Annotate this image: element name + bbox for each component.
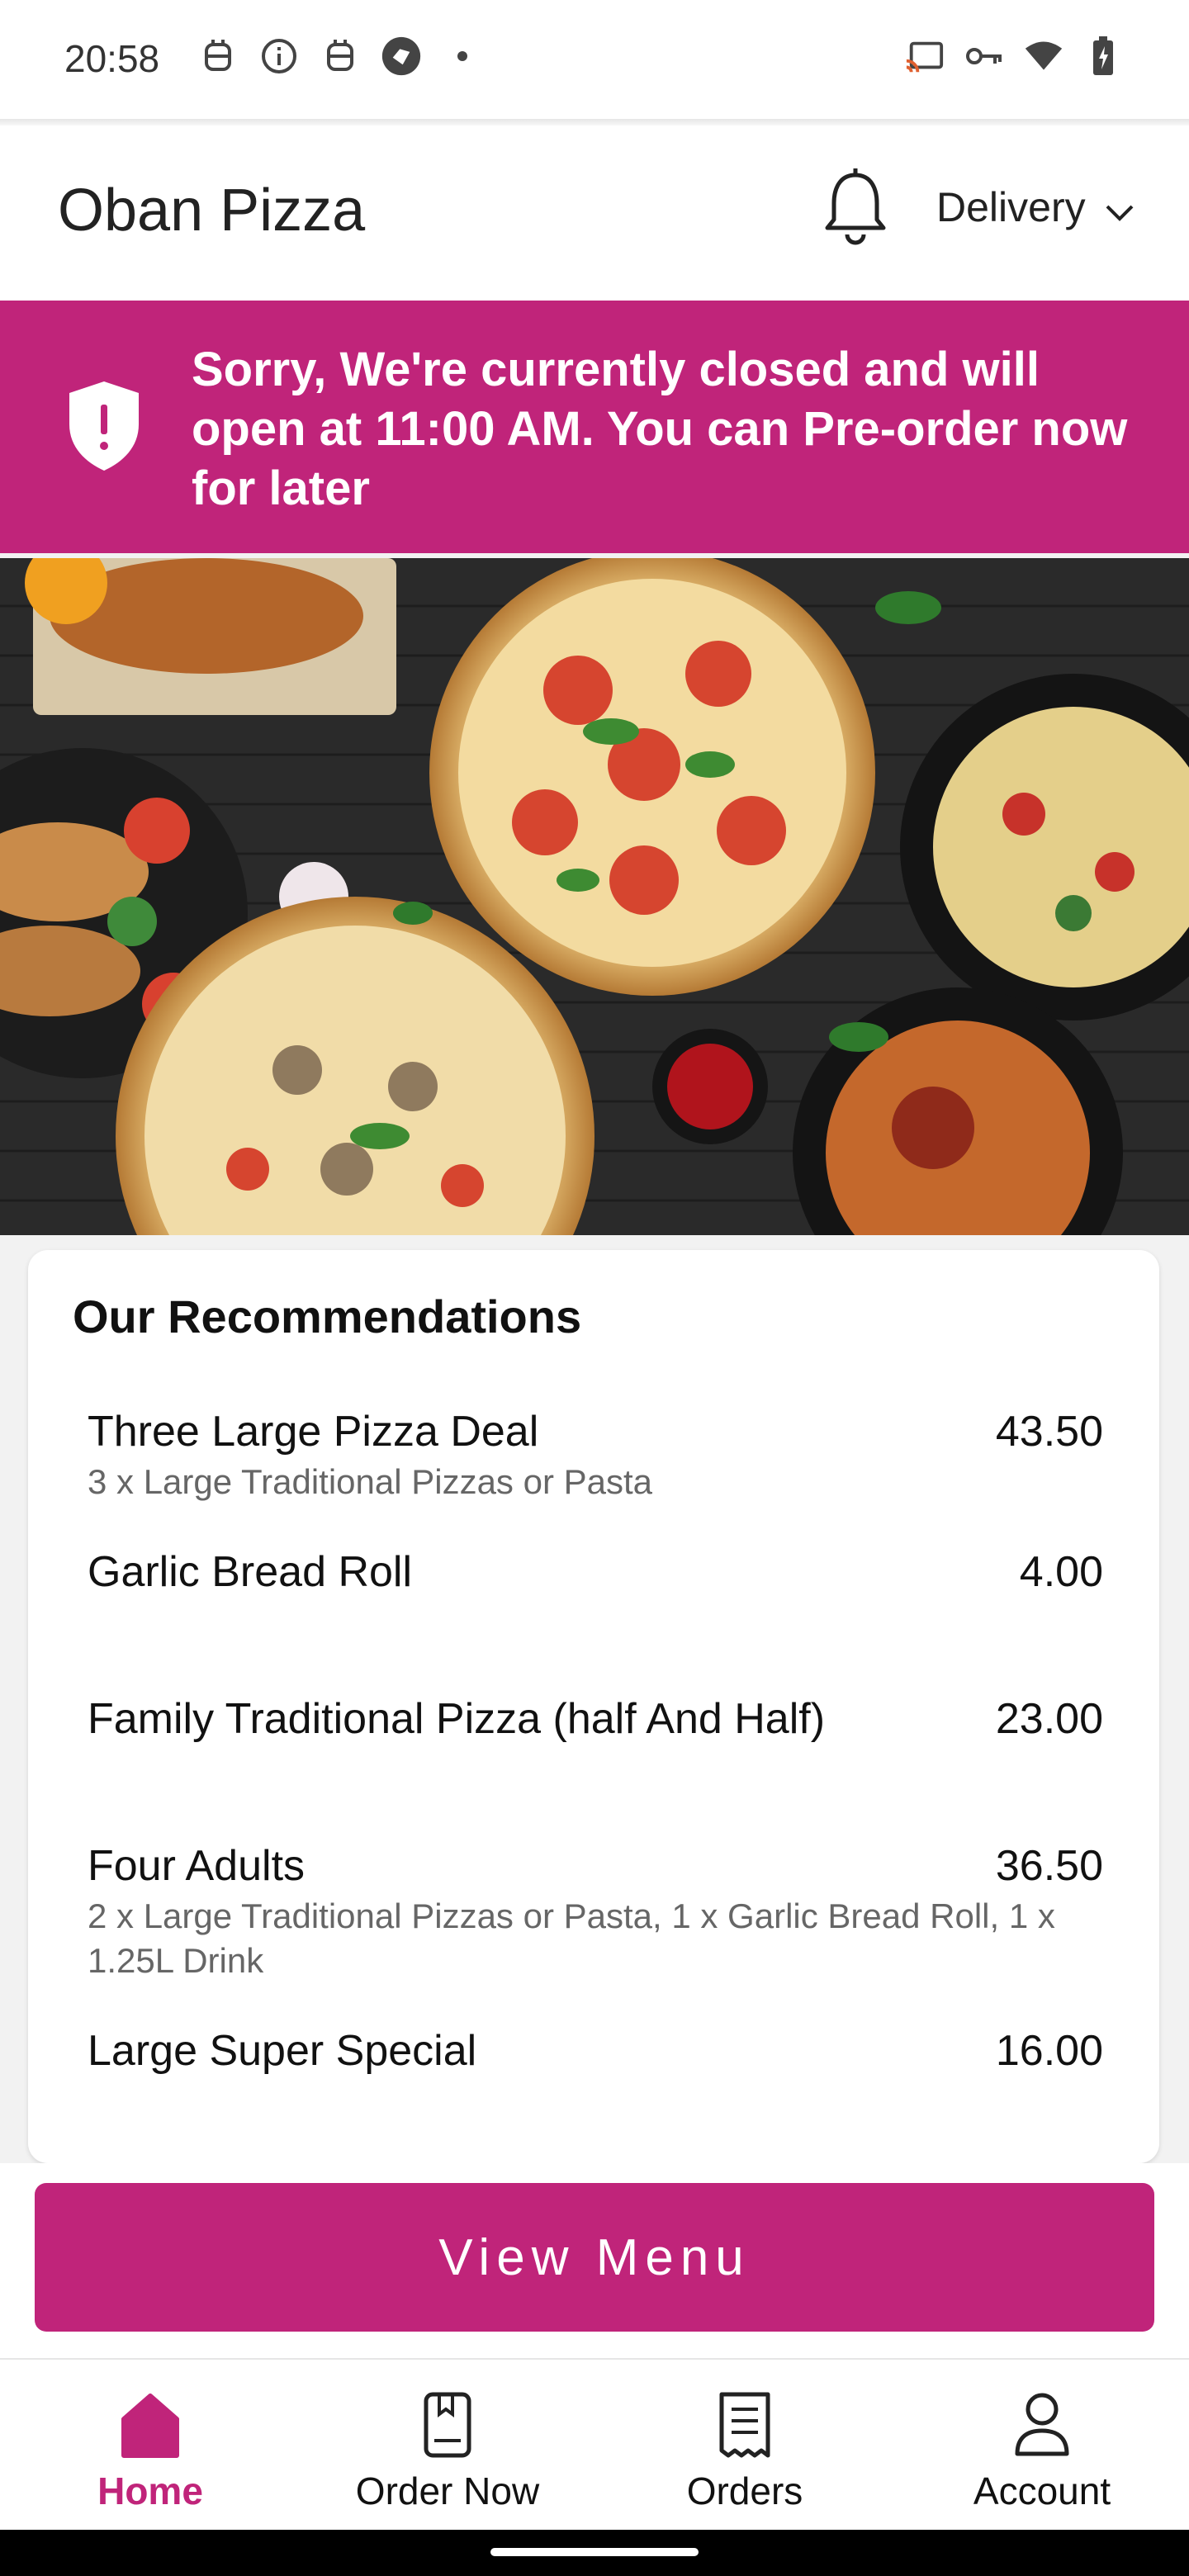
app-bar: Oban Pizza Delivery (0, 125, 1189, 301)
shield-alert-icon (66, 380, 142, 472)
nav-label: Account (973, 2469, 1111, 2512)
item-name: Large Super Special (88, 2027, 477, 2075)
bell-icon[interactable] (821, 167, 890, 249)
nav-label: Orders (686, 2469, 803, 2512)
bottom-nav: Home Order Now Orders Account (0, 2358, 1189, 2531)
info-icon (259, 36, 299, 76)
gesture-bar (0, 2530, 1189, 2576)
menu-book-icon (424, 2392, 471, 2458)
nav-account[interactable]: Account (918, 2389, 1166, 2513)
item-price: 43.50 (995, 1408, 1103, 1456)
view-menu-button[interactable]: View Menu (35, 2183, 1154, 2332)
recommendation-item[interactable]: Garlic Bread Roll 4.00 (88, 1547, 1103, 1597)
closed-message: Sorry, We're currently closed and will o… (192, 343, 1128, 515)
order-type-selector[interactable]: Delivery (936, 183, 1134, 231)
item-name: Three Large Pizza Deal (88, 1408, 539, 1456)
wifi-icon (1024, 36, 1063, 76)
item-description: 2 x Large Traditional Pizzas or Pasta, 1… (88, 1896, 1055, 1980)
cast-icon (905, 36, 945, 76)
account-icon (1015, 2393, 1069, 2456)
status-icons-left (198, 36, 482, 76)
robot-icon (198, 36, 238, 76)
receipt-icon (719, 2392, 770, 2458)
item-price: 4.00 (1019, 1548, 1103, 1596)
nav-orders[interactable]: Orders (621, 2389, 869, 2513)
item-price: 23.00 (995, 1695, 1103, 1743)
closed-banner: Sorry, We're currently closed and will o… (0, 301, 1189, 553)
dot-icon (443, 36, 482, 76)
item-name: Garlic Bread Roll (88, 1548, 413, 1596)
order-type-label: Delivery (936, 184, 1086, 230)
recommendation-item[interactable]: Large Super Special 16.00 (88, 2026, 1103, 2076)
status-bar: 20:58 (0, 0, 1189, 119)
chevron-down-icon (1106, 183, 1134, 231)
nav-home[interactable]: Home (26, 2389, 274, 2513)
nav-label: Home (97, 2469, 203, 2512)
robot-icon (320, 36, 360, 76)
page-title: Oban Pizza (58, 178, 366, 244)
recommendations-card: Our Recommendations Three Large Pizza De… (28, 1250, 1159, 2163)
key-icon (964, 36, 1004, 76)
recommendation-item[interactable]: Three Large Pizza Deal 43.50 3 x Large T… (88, 1407, 1103, 1504)
status-icons-right (905, 36, 1123, 76)
status-time: 20:58 (64, 37, 160, 80)
hero-food-image (0, 558, 1189, 1235)
status-divider (0, 119, 1189, 125)
nav-order-now[interactable]: Order Now (324, 2389, 571, 2513)
home-gesture-pill[interactable] (490, 2548, 699, 2556)
recommendations-title: Our Recommendations (73, 1290, 582, 1342)
recommendation-item[interactable]: Four Adults 36.50 2 x Large Traditional … (88, 1841, 1103, 1983)
item-price: 16.00 (995, 2027, 1103, 2075)
cta-area: View Menu (0, 2163, 1189, 2358)
item-name: Family Traditional Pizza (half And Half) (88, 1695, 826, 1743)
nav-label: Order Now (355, 2469, 540, 2512)
battery-icon (1083, 36, 1123, 76)
item-description: 3 x Large Traditional Pizzas or Pasta (88, 1462, 653, 1501)
home-icon (121, 2394, 179, 2458)
app-icon (381, 36, 421, 76)
recommendation-item[interactable]: Family Traditional Pizza (half And Half)… (88, 1694, 1103, 1744)
item-name: Four Adults (88, 1842, 306, 1890)
item-price: 36.50 (995, 1842, 1103, 1890)
